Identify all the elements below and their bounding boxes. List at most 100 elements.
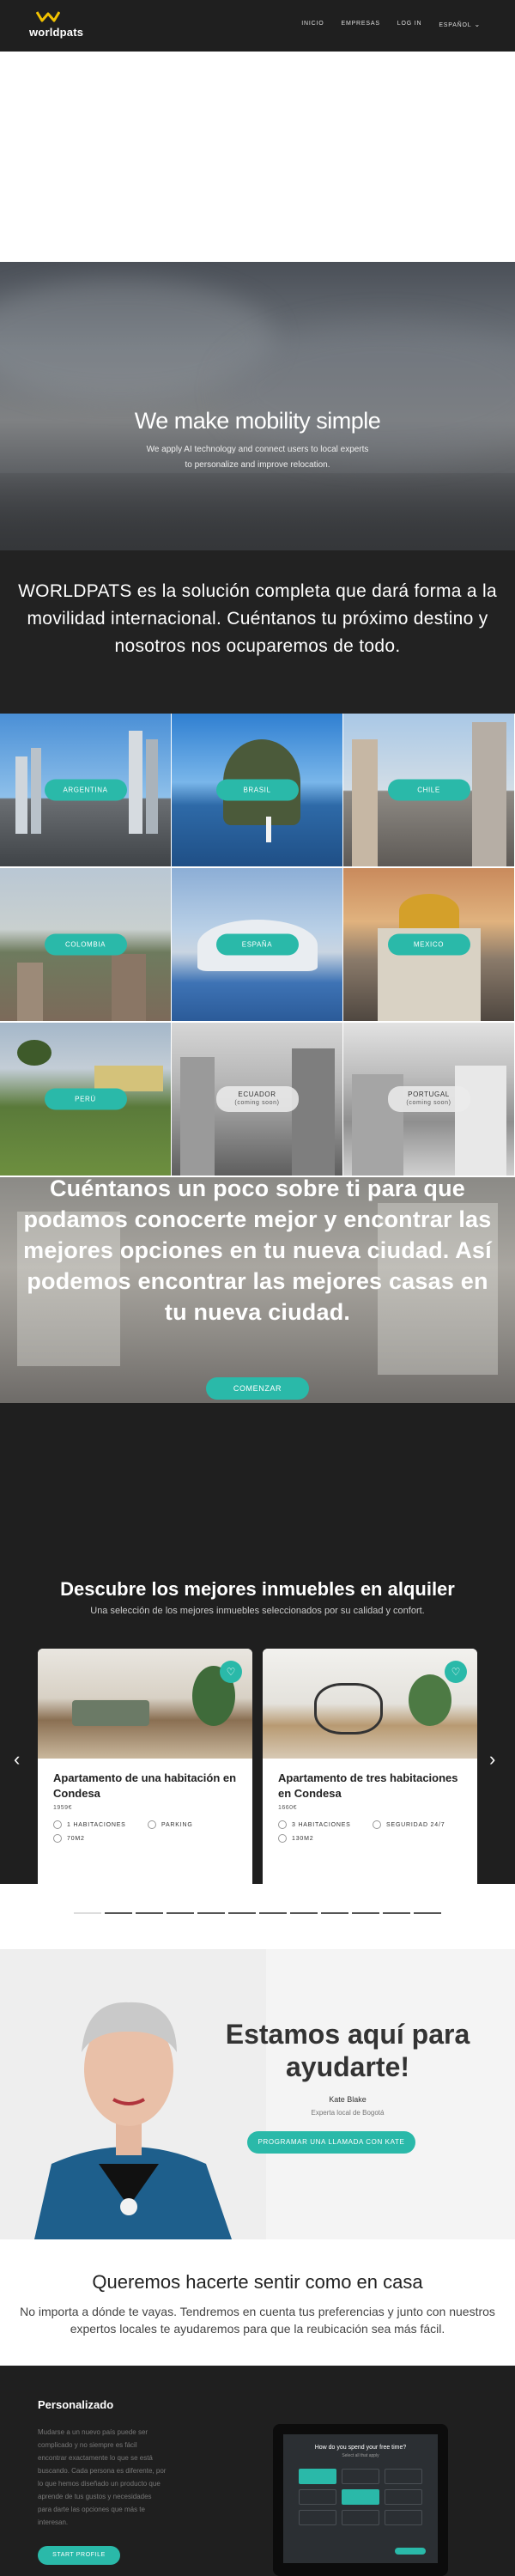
country-chile-button[interactable]: CHILE [387, 779, 470, 801]
screen-option [385, 2489, 422, 2505]
logo-icon [36, 11, 60, 22]
personalized-text: Mudarse a un nuevo país puede ser compli… [38, 2428, 167, 2526]
bedroom-icon [53, 1820, 62, 1829]
building-shape [180, 1057, 215, 1176]
country-tile-colombia[interactable]: COLOMBIA [0, 868, 171, 1021]
listing-feature: 70M2 [53, 1834, 85, 1843]
intro-section: WORLDPATS es la solución completa que da… [0, 550, 515, 714]
screen-option [342, 2510, 379, 2525]
country-argentina-button[interactable]: ARGENTINA [44, 779, 127, 801]
carousel-dot[interactable] [105, 1912, 132, 1914]
carousel-prev-arrow[interactable]: ‹ [14, 1748, 20, 1771]
schedule-call-button[interactable]: PROGRAMAR UNA LLAMADA CON KATE [247, 2131, 415, 2154]
hero-cityscape [0, 473, 515, 550]
start-button[interactable]: COMENZAR [206, 1377, 309, 1400]
country-tile-ecuador[interactable]: ECUADOR (coming soon) [172, 1023, 342, 1176]
country-peru-button[interactable]: PERÚ [44, 1088, 127, 1110]
carousel-dot[interactable] [197, 1912, 225, 1914]
country-mexico-button[interactable]: MEXICO [387, 933, 470, 956]
carousel-pagination [74, 1912, 441, 1914]
local-expert-photo [0, 1949, 266, 2239]
building-shape [292, 1048, 335, 1176]
carousel-dot[interactable] [383, 1912, 410, 1914]
screen-option [342, 2469, 379, 2484]
building-shape [94, 1066, 163, 1091]
country-tile-mexico[interactable]: MEXICO [343, 868, 514, 1021]
nav-empresas[interactable]: EMPRESAS [341, 21, 379, 28]
carousel-dot[interactable] [352, 1912, 379, 1914]
language-label: ESPAÑOL [439, 22, 472, 28]
feature-label: 130M2 [292, 1835, 314, 1842]
country-colombia-button[interactable]: COLOMBIA [44, 933, 127, 956]
carousel-dot[interactable] [74, 1912, 101, 1914]
country-tile-argentina[interactable]: ARGENTINA [0, 714, 171, 866]
language-selector[interactable]: ESPAÑOL ⌄ [439, 21, 481, 28]
screen-hint: Select all that apply [342, 2453, 379, 2458]
carousel-dot[interactable] [136, 1912, 163, 1914]
listing-card[interactable]: ♡ Apartamento de tres habitaciones en Co… [263, 1649, 477, 1891]
country-tile-portugal[interactable]: PORTUGAL (coming soon) [343, 1023, 514, 1176]
carousel-dot[interactable] [259, 1912, 287, 1914]
country-portugal-button[interactable]: PORTUGAL (coming soon) [387, 1086, 470, 1112]
area-icon [278, 1834, 287, 1843]
feature-label: SEGURIDAD 24/7 [386, 1821, 445, 1828]
chair-shape [314, 1683, 383, 1735]
country-grid: ARGENTINA BRASIL CHILE COLOMBIA ESPAÑA M… [0, 714, 515, 1177]
carousel-dot[interactable] [167, 1912, 194, 1914]
nav-inicio[interactable]: INICIO [301, 21, 324, 28]
screen-option [299, 2510, 336, 2525]
favorite-heart-icon[interactable]: ♡ [445, 1661, 467, 1683]
building-shape [146, 739, 158, 834]
feature-label: PARKING [161, 1821, 193, 1828]
carousel-dot[interactable] [290, 1912, 318, 1914]
carousel-dot[interactable] [414, 1912, 441, 1914]
building-shape [17, 963, 43, 1021]
listing-feature: 130M2 [278, 1834, 313, 1843]
screen-option [299, 2489, 336, 2505]
sofa-shape [72, 1700, 149, 1726]
country-tile-brasil[interactable]: BRASIL [172, 714, 342, 866]
start-profile-button[interactable]: START PROFILE [38, 2546, 120, 2565]
screen-option [385, 2510, 422, 2525]
country-brasil-button[interactable]: BRASIL [215, 779, 299, 801]
screen-question: How do you spend your free time? [314, 2445, 407, 2451]
building-shape [472, 722, 506, 866]
logo[interactable]: worldpats [29, 10, 84, 41]
building-shape [352, 739, 378, 866]
nav-login[interactable]: LOG IN [397, 21, 422, 28]
hero-title: We make mobility simple [134, 408, 381, 434]
palm-tree-shape [17, 1040, 52, 1066]
feel-at-home-title: Queremos hacerte sentir como en casa [92, 2271, 423, 2293]
area-icon [53, 1834, 62, 1843]
parking-icon [148, 1820, 156, 1829]
expert-role: Experta local de Bogotá [311, 2109, 385, 2117]
hero-subtitle-line: to personalize and improve relocation. [185, 460, 330, 470]
carousel-dot[interactable] [321, 1912, 348, 1914]
listing-price: 1959€ [53, 1805, 72, 1811]
listings-title: Descubre los mejores inmuebles en alquil… [60, 1578, 455, 1600]
favorite-heart-icon[interactable]: ♡ [220, 1661, 242, 1683]
feature-label: 3 HABITACIONES [292, 1821, 351, 1828]
building-shape [455, 1066, 506, 1176]
laptop-screen: How do you spend your free time? Select … [283, 2434, 438, 2563]
country-tile-peru[interactable]: PERÚ [0, 1023, 171, 1176]
brand-name: worldpats [29, 26, 84, 39]
personalized-section: Personalizado Mudarse a un nuevo país pu… [0, 2366, 515, 2576]
plant-shape [409, 1674, 451, 1726]
country-espana-button[interactable]: ESPAÑA [215, 933, 299, 956]
listing-photo [263, 1649, 477, 1759]
laptop-mockup: How do you spend your free time? Select … [273, 2424, 448, 2576]
country-name: ECUADOR [238, 1091, 276, 1098]
listing-feature: SEGURIDAD 24/7 [373, 1820, 445, 1829]
country-ecuador-button[interactable]: ECUADOR (coming soon) [215, 1086, 299, 1112]
carousel-dot[interactable] [228, 1912, 256, 1914]
building-shape [15, 756, 27, 834]
building-shape [129, 731, 142, 834]
carousel-next-arrow[interactable]: › [489, 1748, 495, 1771]
country-tile-espana[interactable]: ESPAÑA [172, 868, 342, 1021]
intro-text: WORLDPATS es la solución completa que da… [18, 581, 497, 656]
listing-price: 1660€ [278, 1805, 297, 1811]
help-section: Estamos aquí para ayudarte! Kate Blake E… [0, 1949, 515, 2239]
country-tile-chile[interactable]: CHILE [343, 714, 514, 866]
listing-card[interactable]: ♡ Apartamento de una habitación en Conde… [38, 1649, 252, 1891]
